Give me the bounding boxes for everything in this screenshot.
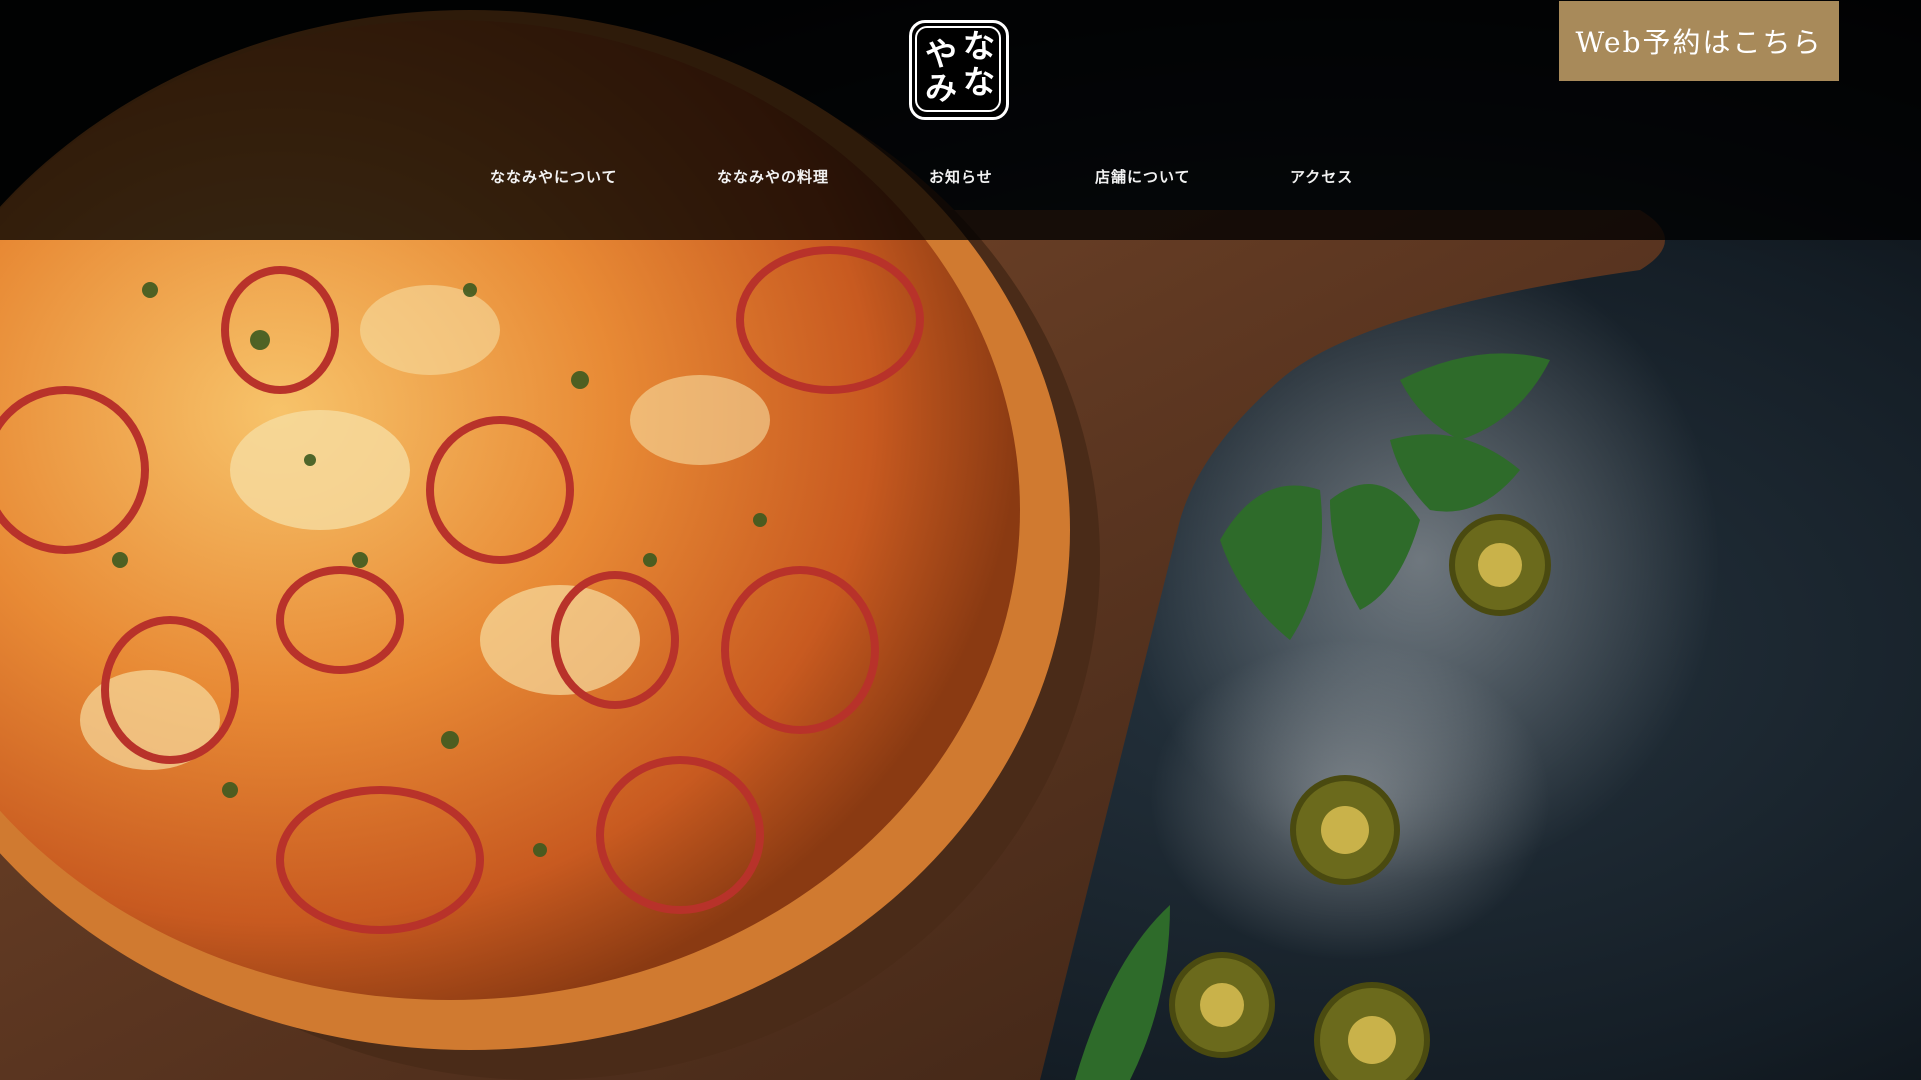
main-nav: ななみやについて ななみやの料理 お知らせ 店舗について アクセス: [0, 166, 1921, 196]
web-reservation-button[interactable]: Web予約はこちら: [1559, 1, 1839, 81]
nav-item-about[interactable]: ななみやについて: [490, 166, 618, 187]
site-logo[interactable]: な な や み: [909, 20, 1009, 120]
nav-item-news[interactable]: お知らせ: [929, 166, 993, 187]
logo-glyph: み: [925, 69, 958, 107]
nav-item-store[interactable]: 店舗について: [1095, 166, 1191, 187]
logo-glyph: な: [963, 63, 996, 101]
logo-glyph: な: [963, 27, 996, 65]
nav-item-access[interactable]: アクセス: [1290, 166, 1353, 187]
logo-glyph: や: [925, 35, 958, 73]
nav-item-cuisine[interactable]: ななみやの料理: [717, 166, 829, 187]
page: な な や み ななみやについて ななみやの料理 お知らせ 店舗について アクセ…: [0, 0, 1921, 1080]
